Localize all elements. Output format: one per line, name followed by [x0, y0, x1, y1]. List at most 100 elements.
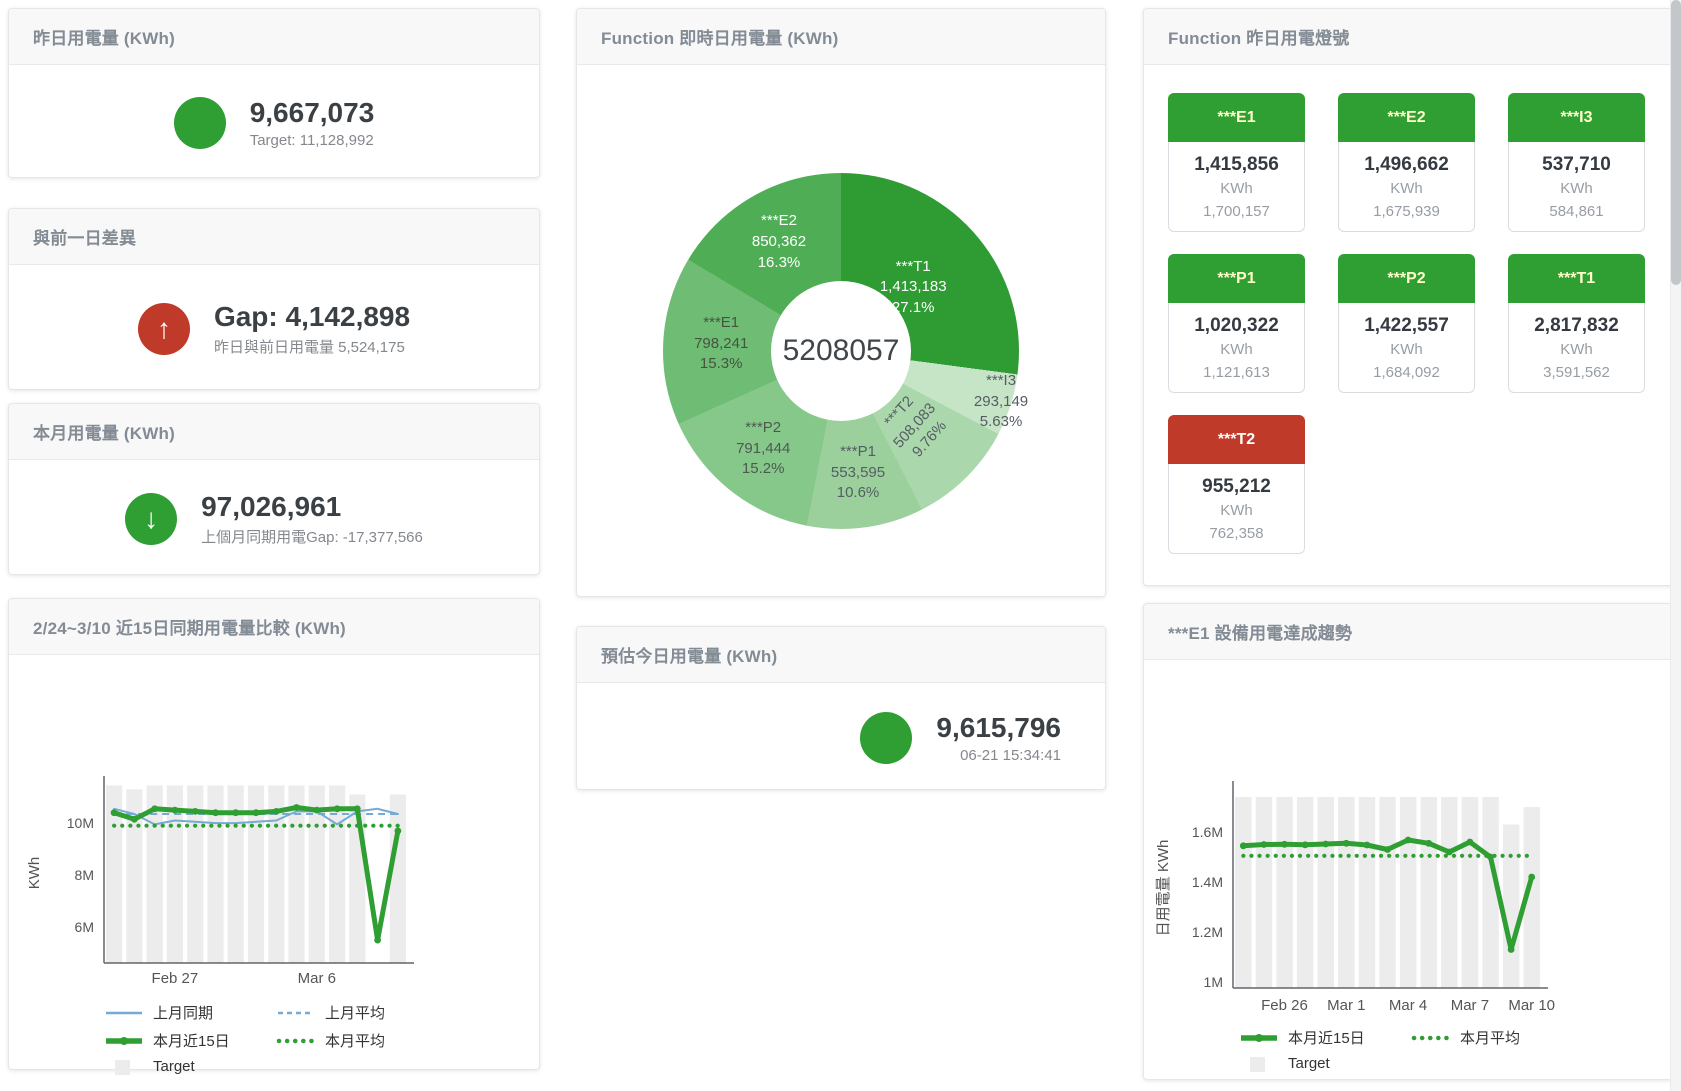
- svg-text:Mar 4: Mar 4: [1389, 997, 1427, 1014]
- light-tile-***E1: ***E1 1,415,856 KWh 1,700,157: [1168, 93, 1305, 232]
- legend-label: 上月同期: [153, 1002, 213, 1023]
- light-tiles: ***E1 1,415,856 KWh 1,700,157 ***E2 1,496,662…: [1144, 65, 1677, 582]
- legend-dash-swatch: [276, 1005, 316, 1021]
- legend-label: Target: [1288, 1055, 1330, 1072]
- status-circle: [860, 712, 912, 764]
- legend-item-Target[interactable]: Target: [104, 1058, 276, 1075]
- light-tile-***P1: ***P11,020,322KWh1,121,613: [1168, 254, 1305, 393]
- card-title: 本月用電量 (KWh): [9, 404, 539, 460]
- legend-dotted-swatch: [276, 1033, 316, 1049]
- legend-square-swatch: [1239, 1056, 1279, 1072]
- light-tile-***T2: ***T2955,212KWh762,358: [1168, 415, 1305, 554]
- donut-slice-label-***E1: ***E1798,24115.3%: [694, 313, 748, 375]
- svg-text:Feb 27: Feb 27: [152, 970, 199, 987]
- legend-thick-line-swatch: [104, 1033, 144, 1049]
- card-month-usage: 本月用電量 (KWh) ↓ 97,026,961 上個月同期用電Gap: -17…: [8, 403, 540, 575]
- svg-text:Mar 7: Mar 7: [1451, 997, 1489, 1014]
- light-tile-body: 537,710KWh584,861: [1508, 142, 1645, 232]
- card-estimate-today: 預估今日用電量 (KWh) 9,615,796 06-21 15:34:41: [576, 626, 1106, 790]
- legend-label: 本月近15日: [153, 1030, 230, 1051]
- legend-row: 上月同期 上月平均: [104, 1002, 539, 1023]
- trend-chart-legend: 本月近15日 本月平均 Target: [1144, 1027, 1677, 1072]
- tile-target: 1,121,613: [1173, 364, 1300, 381]
- tile-value: 955,212: [1173, 476, 1300, 498]
- tile-target: 1,675,939: [1343, 203, 1470, 220]
- light-tile-body: 1,422,557KWh1,684,092: [1338, 303, 1475, 393]
- legend-item-本月近15日[interactable]: 本月近15日: [104, 1030, 276, 1051]
- svg-text:1M: 1M: [1204, 974, 1223, 990]
- donut-area: 5208057***T11,413,18327.1%***I3293,1495.…: [577, 65, 1105, 600]
- donut-slice-label-***P2: ***P2791,44415.2%: [736, 418, 790, 480]
- card-day-gap: 與前一日差異 ↑ Gap: 4,142,898 昨日與前日用電量 5,524,1…: [8, 208, 540, 390]
- scrollbar-thumb[interactable]: [1671, 0, 1681, 285]
- light-tile-status-header: ***T2: [1168, 415, 1305, 464]
- svg-text:Mar 10: Mar 10: [1508, 997, 1555, 1014]
- card-light-signals: Function 昨日用電燈號 ***E11,415,856KWh1,700,1…: [1143, 8, 1678, 586]
- light-tile-status-header: ***E1: [1168, 93, 1305, 142]
- svg-text:日用電量 KWh: 日用電量 KWh: [1155, 840, 1172, 937]
- legend-label: Target: [153, 1058, 195, 1075]
- legend-thick-line-swatch: [1239, 1030, 1279, 1046]
- tile-unit: KWh: [1173, 341, 1300, 358]
- card-yesterday-usage: 昨日用電量 (KWh) 9,667,073 Target: 11,128,992: [8, 8, 540, 178]
- tile-value: 2,817,832: [1513, 315, 1640, 337]
- card-realtime-donut: Function 即時日用電量 (KWh) 5208057***T11,413,…: [576, 8, 1106, 597]
- legend-row: 本月近15日 本月平均: [1239, 1027, 1677, 1048]
- compare-chart-svg: 6M8M10MFeb 27Mar 6KWh: [9, 655, 539, 995]
- legend-item-上月平均[interactable]: 上月平均: [276, 1002, 448, 1023]
- legend-item-本月平均[interactable]: 本月平均: [276, 1030, 448, 1051]
- yesterday-usage-value: 9,667,073: [250, 97, 375, 129]
- legend-label: 本月近15日: [1288, 1027, 1365, 1048]
- arrow-up-icon: ↑: [138, 303, 190, 355]
- status-circle: [174, 97, 226, 149]
- day-gap-value: Gap: 4,142,898: [214, 301, 410, 333]
- light-tile-body: 1,020,322KWh1,121,613: [1168, 303, 1305, 393]
- card-title: 昨日用電量 (KWh): [9, 9, 539, 65]
- legend-square-swatch: [104, 1059, 144, 1075]
- arrow-down-icon: ↓: [125, 493, 177, 545]
- legend-item-本月平均[interactable]: 本月平均: [1411, 1027, 1583, 1048]
- tile-unit: KWh: [1513, 180, 1640, 197]
- legend-line-swatch: [104, 1005, 144, 1021]
- legend-row: Target: [1239, 1055, 1677, 1072]
- legend-row: Target: [104, 1058, 539, 1075]
- light-tile-body: 1,415,856 KWh 1,700,157: [1168, 142, 1305, 232]
- svg-text:Mar 6: Mar 6: [298, 970, 336, 987]
- estimate-value: 9,615,796: [936, 712, 1061, 744]
- tile-target: 1,684,092: [1343, 364, 1470, 381]
- svg-text:6M: 6M: [75, 919, 94, 935]
- svg-text:1.6M: 1.6M: [1192, 824, 1223, 840]
- legend-item-上月同期[interactable]: 上月同期: [104, 1002, 276, 1023]
- vertical-scrollbar[interactable]: [1670, 0, 1681, 1091]
- card-title: ***E1 設備用電達成趨勢: [1144, 604, 1677, 660]
- svg-text:KWh: KWh: [26, 857, 43, 890]
- day-gap-subtitle: 昨日與前日用電量 5,524,175: [214, 336, 410, 357]
- light-tile-***I3: ***I3537,710KWh584,861: [1508, 93, 1645, 232]
- tile-value: 1,496,662: [1343, 154, 1470, 176]
- light-tile-body: 2,817,832KWh3,591,562: [1508, 303, 1645, 393]
- legend-item-本月近15日[interactable]: 本月近15日: [1239, 1027, 1411, 1048]
- tile-value: 1,422,557: [1343, 315, 1470, 337]
- tile-value: 1,415,856: [1173, 154, 1300, 176]
- legend-row: 本月近15日 本月平均: [104, 1030, 539, 1051]
- tile-target: 1,700,157: [1173, 203, 1300, 220]
- svg-text:1.4M: 1.4M: [1192, 874, 1223, 890]
- svg-text:Feb 26: Feb 26: [1261, 997, 1308, 1014]
- light-tile-***P2: ***P21,422,557KWh1,684,092: [1338, 254, 1475, 393]
- donut-center-total: 5208057: [783, 334, 900, 368]
- donut-slice-label-***E2: ***E2850,36216.3%: [752, 211, 806, 273]
- card-compare-chart: 2/24~3/10 近15日同期用電量比較 (KWh) 6M8M10MFeb 2…: [8, 598, 540, 1070]
- compare-chart-legend: 上月同期 上月平均本月近15日 本月平均 Target: [9, 1002, 539, 1075]
- light-tile-status-header: ***E2: [1338, 93, 1475, 142]
- light-tile-status-header: ***P2: [1338, 254, 1475, 303]
- legend-label: 本月平均: [1460, 1027, 1520, 1048]
- svg-text:Mar 1: Mar 1: [1327, 997, 1365, 1014]
- tile-unit: KWh: [1513, 341, 1640, 358]
- card-title: 2/24~3/10 近15日同期用電量比較 (KWh): [9, 599, 539, 655]
- card-title: 預估今日用電量 (KWh): [577, 627, 1105, 683]
- tile-unit: KWh: [1343, 180, 1470, 197]
- legend-item-Target[interactable]: Target: [1239, 1055, 1411, 1072]
- tile-unit: KWh: [1173, 180, 1300, 197]
- light-tile-body: 955,212KWh762,358: [1168, 464, 1305, 554]
- trend-chart-svg: 1M1.2M1.4M1.6MFeb 26Mar 1Mar 4Mar 7Mar 1…: [1144, 660, 1677, 1020]
